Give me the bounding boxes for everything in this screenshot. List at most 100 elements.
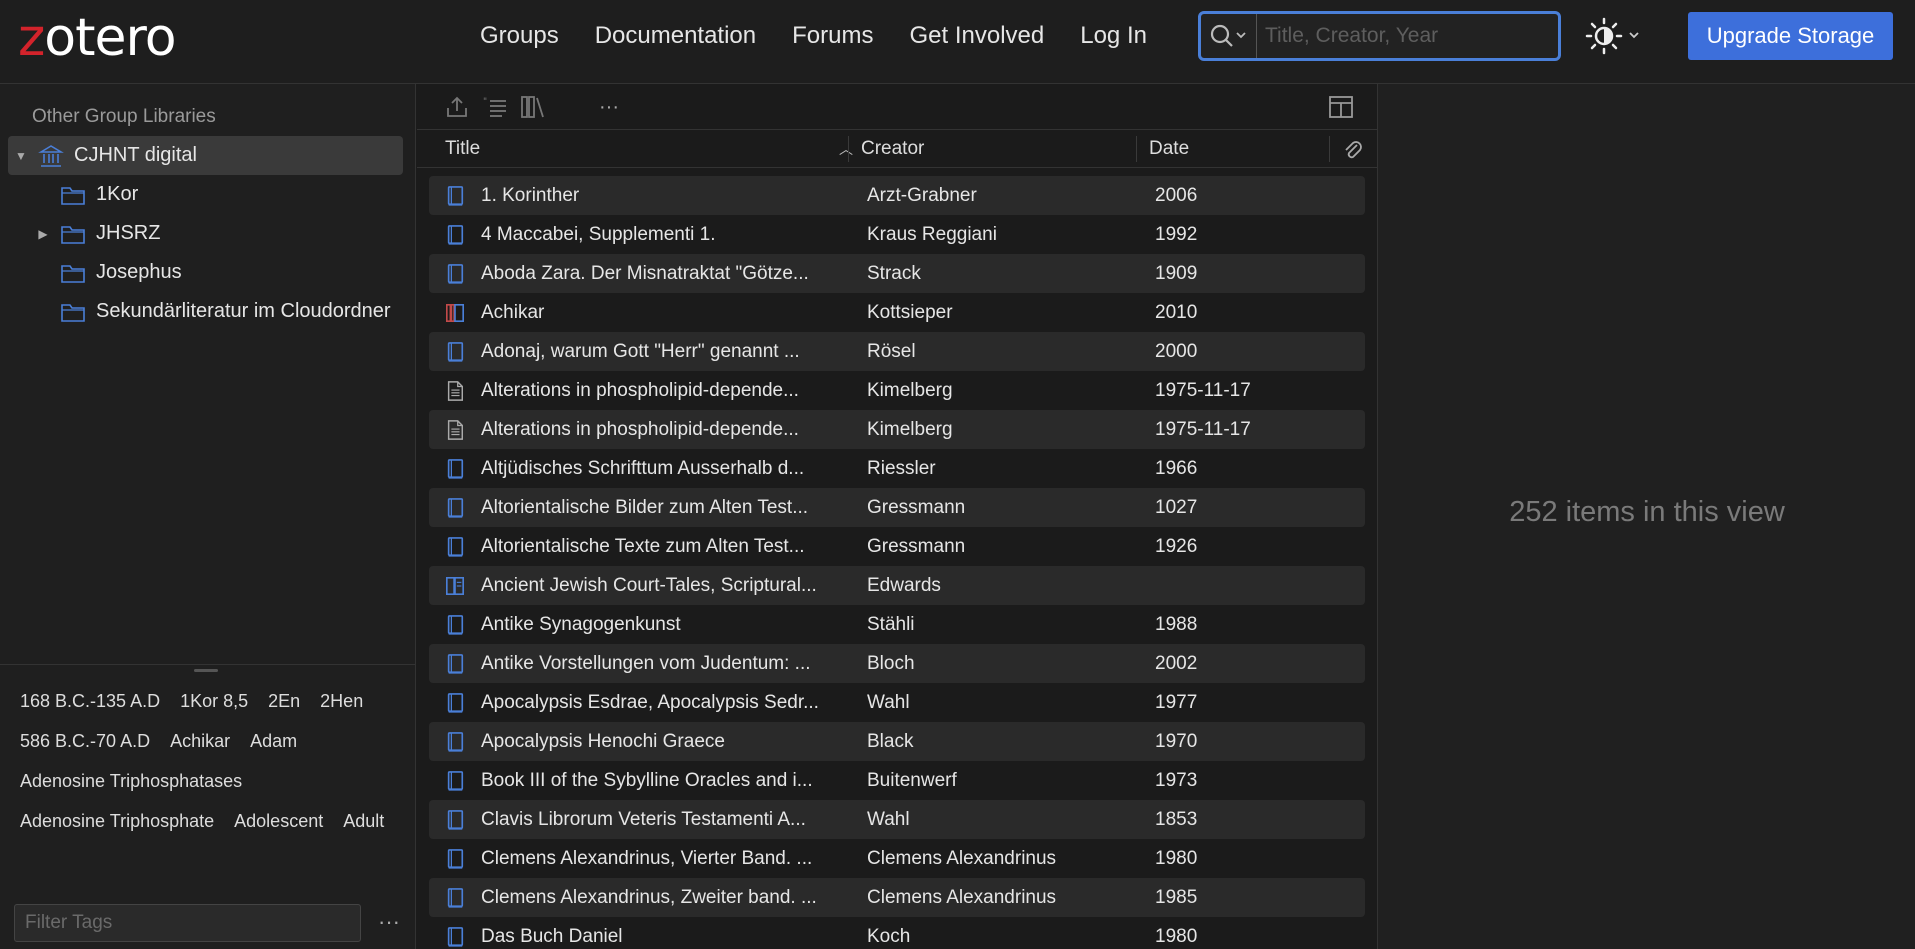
- book-icon: [447, 770, 464, 791]
- folder-icon: [60, 301, 86, 323]
- item-row[interactable]: Altorientalische Texte zum Alten Test...…: [429, 527, 1365, 566]
- item-row[interactable]: Book III of the Sybylline Oracles and i.…: [429, 761, 1365, 800]
- item-row[interactable]: Altjüdisches Schrifttum Ausserhalb d... R…: [429, 449, 1365, 488]
- tag-item[interactable]: 1Kor 8,5: [180, 681, 248, 721]
- tag-item[interactable]: Allgemein: [75, 841, 154, 851]
- item-date: 1977: [1155, 691, 1198, 713]
- nav-get-involved[interactable]: Get Involved: [909, 22, 1044, 50]
- item-type-icon: [429, 730, 465, 754]
- item-creator: Kimelberg: [867, 379, 953, 401]
- column-resizer[interactable]: [1329, 136, 1330, 162]
- column-header-title[interactable]: Title ︿: [445, 130, 853, 168]
- item-row[interactable]: Clavis Librorum Veteris Testamenti A... W…: [429, 800, 1365, 839]
- column-header-date[interactable]: Date: [1149, 130, 1329, 168]
- collection-item[interactable]: Sekundärliteratur im Cloudordner: [8, 292, 403, 331]
- item-creator: Edwards: [867, 574, 941, 596]
- zotero-logo[interactable]: zotero: [18, 8, 177, 68]
- nav-groups[interactable]: Groups: [480, 22, 559, 50]
- book-icon: [447, 887, 464, 908]
- item-type-icon: [429, 535, 465, 559]
- search-input[interactable]: [1257, 14, 1558, 58]
- tag-item[interactable]: 168 B.C.-135 A.D: [20, 681, 160, 721]
- item-row[interactable]: Antike Vorstellungen vom Judentum: ... Bl…: [429, 644, 1365, 683]
- item-type-icon: [429, 808, 465, 832]
- item-title: Apocalypsis Henochi Graece: [481, 730, 725, 752]
- item-title: Altorientalische Bilder zum Alten Test..…: [481, 496, 809, 518]
- tag-pane-resize-handle[interactable]: [194, 669, 218, 672]
- item-creator: Rösel: [867, 340, 916, 362]
- item-row[interactable]: 1. Korinther Arzt-Grabner 2006: [429, 176, 1365, 215]
- item-row[interactable]: Das Buch Daniel Koch 1980: [429, 917, 1365, 949]
- collection-item[interactable]: Josephus: [8, 253, 403, 292]
- tag-item[interactable]: 2Hen: [320, 681, 363, 721]
- column-resizer[interactable]: [848, 136, 849, 162]
- toggle-item-pane-button[interactable]: [1325, 92, 1357, 122]
- folder-icon: [61, 225, 85, 244]
- item-date: 1980: [1155, 847, 1198, 869]
- collection-item[interactable]: 1Kor: [8, 175, 403, 214]
- collection-item[interactable]: ▶ JHSRZ: [8, 214, 403, 253]
- column-header-creator[interactable]: Creator: [861, 130, 1141, 168]
- item-title: Antike Synagogenkunst: [481, 613, 681, 635]
- column-title-label: Title: [445, 138, 481, 159]
- search-mode-dropdown[interactable]: [1201, 14, 1257, 58]
- item-title: Altorientalische Texte zum Alten Test...: [481, 535, 805, 557]
- collection-label: Sekundärliteratur im Cloudordner: [96, 300, 391, 322]
- book-icon: [447, 653, 464, 674]
- theme-toggle[interactable]: [1584, 14, 1644, 58]
- item-title: Clavis Librorum Veteris Testamenti A...: [481, 808, 806, 830]
- more-actions-button[interactable]: ···: [593, 92, 625, 122]
- item-creator: Bloch: [867, 652, 915, 674]
- item-row[interactable]: Aboda Zara. Der Misnatraktat "Götze... St…: [429, 254, 1365, 293]
- item-type-icon: [429, 262, 465, 286]
- export-button[interactable]: [441, 92, 473, 122]
- item-type-icon: [429, 652, 465, 676]
- item-date: 1966: [1155, 457, 1198, 479]
- item-row[interactable]: Alterations in phospholipid-depende... Ki…: [429, 410, 1365, 449]
- collection-label: Josephus: [96, 261, 182, 283]
- library-books-icon: [521, 96, 544, 118]
- tag-item[interactable]: Adenosine Triphosphatases: [20, 761, 242, 801]
- tag-item[interactable]: Adenosine Triphosphate: [20, 801, 214, 841]
- tag-item[interactable]: Ahik: [20, 841, 55, 851]
- item-title: 4 Maccabei, Supplementi 1.: [481, 223, 716, 245]
- cite-button[interactable]: ": [479, 92, 511, 122]
- folder-icon: [61, 303, 85, 322]
- item-row[interactable]: Alterations in phospholipid-depende... Ki…: [429, 371, 1365, 410]
- column-header-attachments[interactable]: [1341, 130, 1371, 168]
- collection-item[interactable]: ▼ CJHNT digital: [8, 136, 403, 175]
- column-resizer[interactable]: [1136, 136, 1137, 162]
- item-row[interactable]: Ancient Jewish Court-Tales, Scriptural..…: [429, 566, 1365, 605]
- item-row[interactable]: Altorientalische Bilder zum Alten Test..…: [429, 488, 1365, 527]
- item-row[interactable]: Clemens Alexandrinus, Vierter Band. ... C…: [429, 839, 1365, 878]
- tag-item[interactable]: Adult: [343, 801, 384, 841]
- expand-toggle-icon[interactable]: ▼: [12, 149, 30, 163]
- nav-documentation[interactable]: Documentation: [595, 22, 756, 50]
- tag-item[interactable]: Adolescent: [234, 801, 323, 841]
- item-title: Aboda Zara. Der Misnatraktat "Götze...: [481, 262, 809, 284]
- export-icon: [447, 96, 467, 117]
- item-row[interactable]: Antike Synagogenkunst Stähli 1988: [429, 605, 1365, 644]
- item-row[interactable]: Achikar Kottsieper 2010: [429, 293, 1365, 332]
- item-row[interactable]: Apocalypsis Henochi Graece Black 1970: [429, 722, 1365, 761]
- collection-label: CJHNT digital: [74, 144, 197, 166]
- tag-item[interactable]: Adam: [250, 721, 297, 761]
- item-type-icon: [429, 418, 465, 442]
- tag-actions-button[interactable]: ···: [374, 904, 404, 942]
- item-row[interactable]: Apocalypsis Esdrae, Apocalypsis Sedr... W…: [429, 683, 1365, 722]
- nav-forums[interactable]: Forums: [792, 22, 873, 50]
- upgrade-storage-button[interactable]: Upgrade Storage: [1688, 12, 1893, 60]
- add-to-library-button[interactable]: [517, 92, 549, 122]
- expand-toggle-icon[interactable]: ▶: [34, 227, 52, 241]
- item-row[interactable]: Adonaj, warum Gott "Herr" genannt ... Rös…: [429, 332, 1365, 371]
- item-row[interactable]: 4 Maccabei, Supplementi 1. Kraus Reggiani…: [429, 215, 1365, 254]
- tag-item[interactable]: 586 B.C.-70 A.D: [20, 721, 150, 761]
- item-row[interactable]: Clemens Alexandrinus, Zweiter band. ... C…: [429, 878, 1365, 917]
- tag-item[interactable]: 2En: [268, 681, 300, 721]
- item-type-icon: [429, 496, 465, 520]
- book-icon: [447, 341, 464, 362]
- nav-log-in[interactable]: Log In: [1080, 22, 1147, 50]
- folder-icon: [60, 184, 86, 206]
- filter-tags-input[interactable]: [14, 904, 361, 942]
- tag-item[interactable]: Achikar: [170, 721, 230, 761]
